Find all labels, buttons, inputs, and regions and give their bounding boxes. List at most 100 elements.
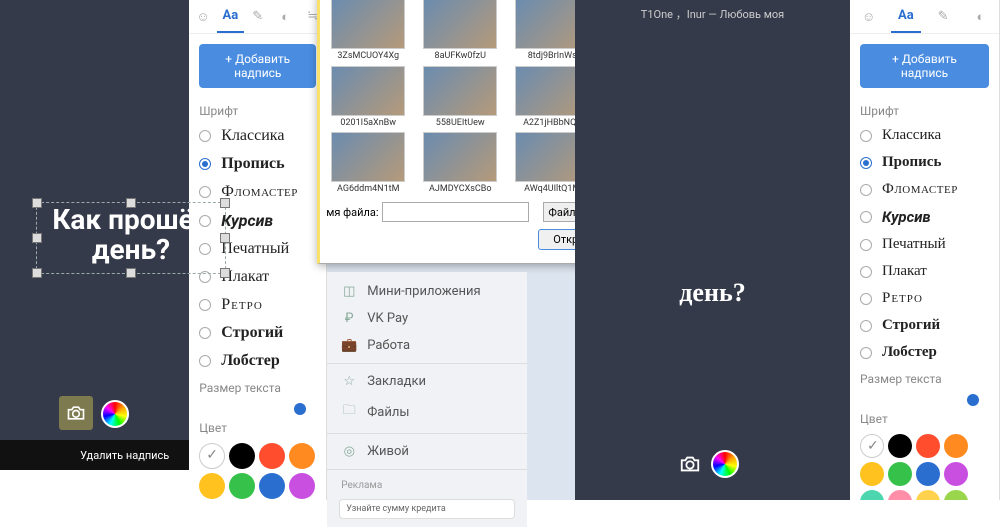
file-thumbnail[interactable]: 558UEItUew xyxy=(416,66,504,129)
ad-card[interactable]: Узнайте сумму кредита xyxy=(339,499,515,519)
file-thumbnail[interactable]: 3ZsMCUOY4Xg xyxy=(324,0,412,62)
sidebar-item[interactable]: ☆Закладки xyxy=(327,368,527,395)
editor-tabs: ☺ Aa ✎ ◐ xyxy=(850,0,999,34)
color-swatch[interactable] xyxy=(259,443,285,469)
radio-icon xyxy=(199,299,211,311)
tab-sticker[interactable]: ☺ xyxy=(189,1,216,33)
color-swatch[interactable] xyxy=(944,490,968,500)
color-swatch[interactable] xyxy=(199,443,225,469)
file-thumbnail[interactable]: AJMDYCXsCBo xyxy=(416,132,504,195)
menu-label: Мини-приложения xyxy=(367,284,480,299)
tab-mask[interactable]: ◐ xyxy=(965,1,995,33)
center-column: 3ZsMCUOY4Xg8aUFKw0fzU8tdj9BrInWs14TjmbG5… xyxy=(327,0,575,500)
tab-brush[interactable]: ✎ xyxy=(928,1,958,32)
thumbnail-name: AG6ddm4N1tM xyxy=(325,184,411,194)
tab-mask[interactable]: ◐ xyxy=(271,1,298,33)
color-swatch[interactable] xyxy=(229,443,255,469)
tab-sticker[interactable]: ☺ xyxy=(854,1,884,33)
color-swatch[interactable] xyxy=(199,473,225,499)
resize-handle[interactable] xyxy=(126,268,136,278)
font-option[interactable]: Лобстер xyxy=(860,339,989,366)
camera-icon[interactable] xyxy=(59,396,93,430)
menu-icon: 🗀 xyxy=(341,401,357,423)
font-section-label: Шрифт xyxy=(860,104,989,118)
font-option[interactable]: Пропись xyxy=(199,150,316,178)
radio-icon xyxy=(860,211,872,223)
file-thumbnail[interactable]: 8aUFKw0fzU xyxy=(416,0,504,62)
font-name: Строгий xyxy=(221,324,283,342)
color-swatch[interactable] xyxy=(860,434,884,458)
color-swatch[interactable] xyxy=(916,490,940,500)
text-edit-panel-right: ☺ Aa ✎ ◐ + Добавить надпись Шрифт Класси… xyxy=(850,0,1000,500)
font-name: Печатный xyxy=(221,240,289,258)
color-swatch[interactable] xyxy=(229,473,255,499)
sidebar-item[interactable]: ₽VK Pay xyxy=(327,305,527,332)
font-option[interactable]: Пропись xyxy=(860,149,989,176)
font-option[interactable]: Фломастер xyxy=(860,176,989,203)
font-name: Пропись xyxy=(882,154,941,171)
size-section-label: Размер текста xyxy=(860,372,989,386)
size-section-label: Размер текста xyxy=(199,381,316,395)
filename-label: мя файла: xyxy=(326,206,378,219)
font-name: Ретро xyxy=(221,296,263,314)
font-name: Классика xyxy=(221,127,284,145)
resize-handle[interactable] xyxy=(220,268,230,278)
camera-icon[interactable] xyxy=(679,454,701,474)
file-thumbnail[interactable]: AG6ddm4N1tM xyxy=(324,132,412,195)
add-text-button[interactable]: + Добавить надпись xyxy=(860,44,989,88)
radio-icon xyxy=(860,157,872,169)
font-option[interactable]: Ретро xyxy=(199,291,316,319)
color-swatch[interactable] xyxy=(860,490,884,500)
sidebar-item[interactable]: ◎Живой xyxy=(327,438,527,465)
story-text[interactable]: Как прошёл день? xyxy=(36,205,226,266)
color-swatch[interactable] xyxy=(916,434,940,458)
text-edit-panel: ☺ Aa ✎ ◐ ≒ + Добавить надпись Шрифт Клас… xyxy=(189,0,327,500)
file-thumbnail[interactable]: 0201I5aXnBw xyxy=(324,66,412,129)
radio-icon xyxy=(199,158,211,170)
color-swatch[interactable] xyxy=(944,462,968,486)
sidebar-item[interactable]: ◫ Мини-приложения xyxy=(327,278,527,305)
thumbnail-image xyxy=(331,0,405,49)
radio-icon xyxy=(199,327,211,339)
tab-text[interactable]: Aa xyxy=(891,0,921,33)
color-swatch[interactable] xyxy=(944,434,968,458)
color-wheel-icon[interactable] xyxy=(711,450,739,478)
font-name: Классика xyxy=(882,127,941,144)
thumbnail-name: AJMDYCXsCBo xyxy=(417,184,503,194)
filename-input[interactable] xyxy=(382,202,529,222)
color-swatches xyxy=(850,430,999,500)
menu-icon: ◫ xyxy=(341,284,357,299)
color-section-label: Цвет xyxy=(199,421,316,435)
tab-text[interactable]: Aa xyxy=(217,0,244,33)
color-wheel-icon[interactable] xyxy=(101,400,129,428)
color-swatch[interactable] xyxy=(916,462,940,486)
font-option[interactable]: Плакат xyxy=(860,258,989,285)
font-option[interactable]: Печатный xyxy=(860,231,989,258)
font-option[interactable]: Классика xyxy=(860,122,989,149)
resize-handle[interactable] xyxy=(32,268,42,278)
color-swatch[interactable] xyxy=(860,462,884,486)
color-section-label: Цвет xyxy=(860,412,989,426)
color-swatch[interactable] xyxy=(289,473,315,499)
font-option[interactable]: Строгий xyxy=(860,312,989,339)
vk-sidebar: ◫ Мини-приложения ₽VK Pay💼Работа ☆Закладки… xyxy=(327,272,527,527)
sidebar-item[interactable]: 💼Работа xyxy=(327,332,527,359)
delete-text-button[interactable]: Удалить надпись xyxy=(0,440,189,470)
color-swatch[interactable] xyxy=(888,462,912,486)
font-option[interactable]: Строгий xyxy=(199,319,316,347)
font-option[interactable]: Ретро xyxy=(860,285,989,312)
font-name: Плакат xyxy=(882,263,927,280)
color-swatch[interactable] xyxy=(888,490,912,500)
menu-icon: ◎ xyxy=(341,444,357,459)
editor-tabs: ☺ Aa ✎ ◐ ≒ xyxy=(189,0,326,34)
color-swatch[interactable] xyxy=(888,434,912,458)
font-option[interactable]: Классика xyxy=(199,122,316,150)
font-option[interactable]: Курсив xyxy=(860,203,989,231)
add-text-button[interactable]: + Добавить надпись xyxy=(199,44,316,88)
color-swatch[interactable] xyxy=(259,473,285,499)
sidebar-item[interactable]: 🗀Файлы xyxy=(327,395,527,429)
font-name: Ретро xyxy=(882,290,923,307)
tab-brush[interactable]: ✎ xyxy=(244,1,271,32)
color-swatch[interactable] xyxy=(289,443,315,469)
font-option[interactable]: Лобстер xyxy=(199,347,316,375)
